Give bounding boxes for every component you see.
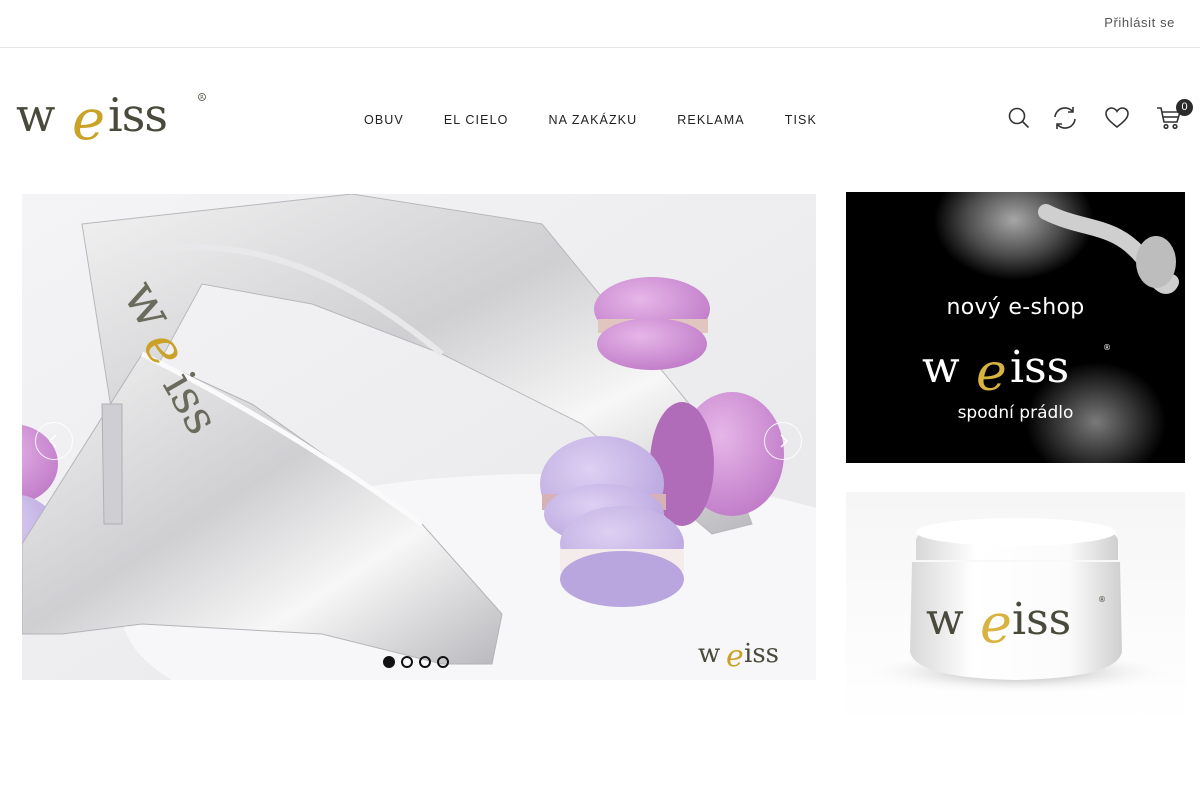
chevron-left-icon <box>49 434 57 448</box>
brand-logo[interactable]: w e iss R <box>16 88 208 153</box>
svg-text:iss: iss <box>1010 342 1069 393</box>
slider-next-button[interactable] <box>764 422 802 460</box>
svg-text:w: w <box>922 342 960 393</box>
login-link[interactable]: Přihlásit se <box>1104 15 1175 30</box>
nav-item-reklama[interactable]: REKLAMA <box>677 113 744 127</box>
header: w e iss R OBUV EL CIELO NA ZAKÁZKU REKLA… <box>0 49 1200 189</box>
banner-lingerie-eshop[interactable]: w e iss ® nový e-shop spodní prádlo <box>846 192 1185 463</box>
svg-text:iss: iss <box>108 91 167 142</box>
slider-prev-button[interactable] <box>35 422 73 460</box>
svg-text:e: e <box>72 91 105 143</box>
slider-dot[interactable] <box>401 656 413 668</box>
heart-icon[interactable] <box>1102 103 1132 133</box>
svg-text:R: R <box>200 95 204 101</box>
cart-icon[interactable]: 0 <box>1154 99 1193 133</box>
svg-text:iss: iss <box>744 639 779 669</box>
banner-tagline: nový e-shop <box>946 295 1085 320</box>
banner-subtitle: spodní prádlo <box>957 403 1074 423</box>
compare-icon[interactable] <box>1050 103 1080 133</box>
nav-item-el-cielo[interactable]: EL CIELO <box>444 113 509 127</box>
slide-image-silver-shoe: w e iss w e iss <box>22 194 816 680</box>
banner-cosmetics-image: w e iss ® <box>846 492 1185 727</box>
svg-text:w: w <box>926 594 964 645</box>
chevron-right-icon <box>780 434 788 448</box>
header-icons: 0 <box>1000 99 1200 135</box>
slider-dot[interactable] <box>437 656 449 668</box>
main-nav: OBUV EL CIELO NA ZAKÁZKU REKLAMA TISK <box>364 113 817 127</box>
svg-text:e: e <box>976 343 1007 403</box>
search-icon[interactable] <box>1004 103 1034 133</box>
nav-item-tisk[interactable]: TISK <box>785 113 817 127</box>
slider-pagination <box>383 656 449 668</box>
svg-text:iss: iss <box>1012 594 1071 645</box>
cart-count-badge: 0 <box>1176 99 1193 116</box>
slider-dot[interactable] <box>383 656 395 668</box>
banner-cosmetics[interactable]: w e iss ® <box>846 492 1185 727</box>
slider-dot[interactable] <box>419 656 431 668</box>
svg-text:e: e <box>726 639 744 674</box>
top-bar: Přihlásit se <box>0 0 1200 48</box>
svg-text:w: w <box>698 639 720 669</box>
nav-item-obuv[interactable]: OBUV <box>364 113 404 127</box>
hero-slider[interactable]: w e iss w e iss <box>22 194 816 680</box>
svg-text:e: e <box>980 592 1012 655</box>
svg-text:w: w <box>16 91 55 142</box>
nav-item-na-zakazku[interactable]: NA ZAKÁZKU <box>548 113 637 127</box>
svg-text:®: ® <box>1103 343 1111 352</box>
svg-text:®: ® <box>1098 595 1106 604</box>
